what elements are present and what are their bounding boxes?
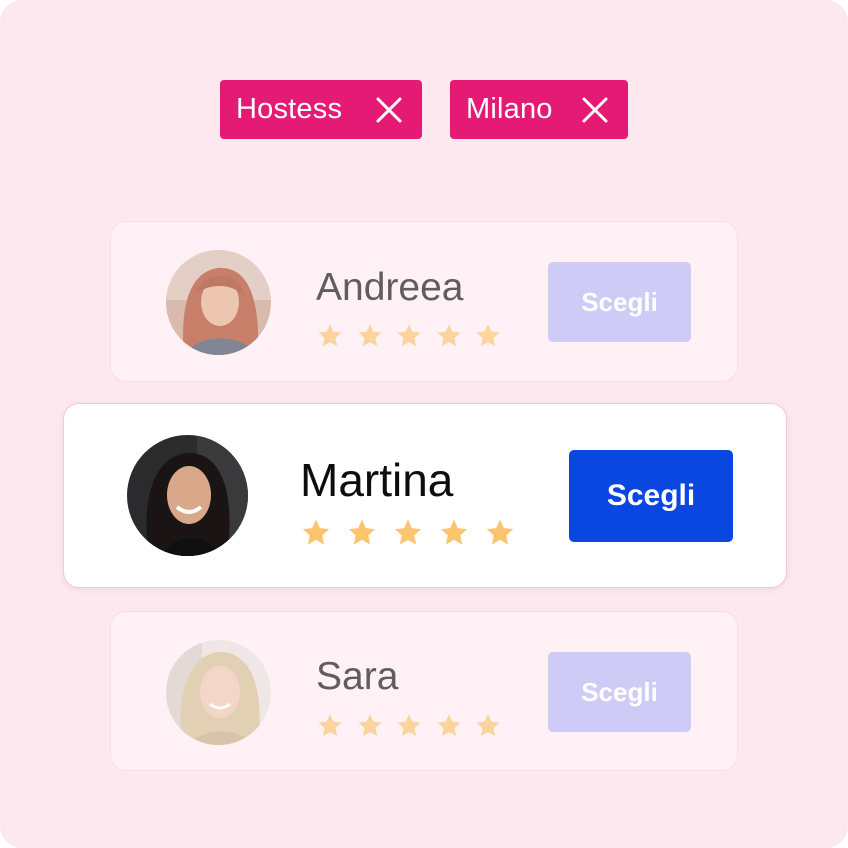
- candidate-selection-panel: Hostess Milano Andreea Scegli Martina Sc…: [0, 0, 848, 848]
- star-rating: [316, 712, 514, 740]
- star-icon: [316, 322, 344, 350]
- star-rating: [300, 517, 530, 549]
- star-icon: [392, 517, 424, 549]
- star-icon: [438, 517, 470, 549]
- avatar: [166, 640, 271, 745]
- candidate-card: Sara Scegli: [110, 611, 738, 771]
- close-icon[interactable]: [581, 96, 609, 124]
- close-icon[interactable]: [375, 96, 403, 124]
- star-icon: [300, 517, 332, 549]
- star-icon: [474, 322, 502, 350]
- star-icon: [484, 517, 516, 549]
- star-icon: [474, 712, 502, 740]
- avatar: [166, 250, 271, 355]
- choose-button[interactable]: Scegli: [548, 262, 691, 342]
- filter-chip-hostess[interactable]: Hostess: [220, 80, 422, 139]
- star-icon: [356, 322, 384, 350]
- candidate-card-selected: Martina Scegli: [63, 403, 787, 588]
- candidate-name: Martina: [300, 454, 454, 506]
- avatar: [127, 435, 248, 556]
- star-icon: [356, 712, 384, 740]
- choose-button-primary[interactable]: Scegli: [569, 450, 733, 542]
- star-icon: [435, 712, 463, 740]
- candidate-name: Andreea: [316, 266, 464, 309]
- filter-chip-label: Milano: [466, 93, 553, 125]
- filter-chip-label: Hostess: [236, 93, 343, 125]
- star-icon: [395, 322, 423, 350]
- star-icon: [346, 517, 378, 549]
- star-icon: [395, 712, 423, 740]
- star-icon: [316, 712, 344, 740]
- star-icon: [435, 322, 463, 350]
- star-rating: [316, 322, 514, 350]
- candidate-name: Sara: [316, 655, 399, 698]
- filter-chip-milano[interactable]: Milano: [450, 80, 628, 139]
- choose-button[interactable]: Scegli: [548, 652, 691, 732]
- candidate-card: Andreea Scegli: [110, 221, 738, 382]
